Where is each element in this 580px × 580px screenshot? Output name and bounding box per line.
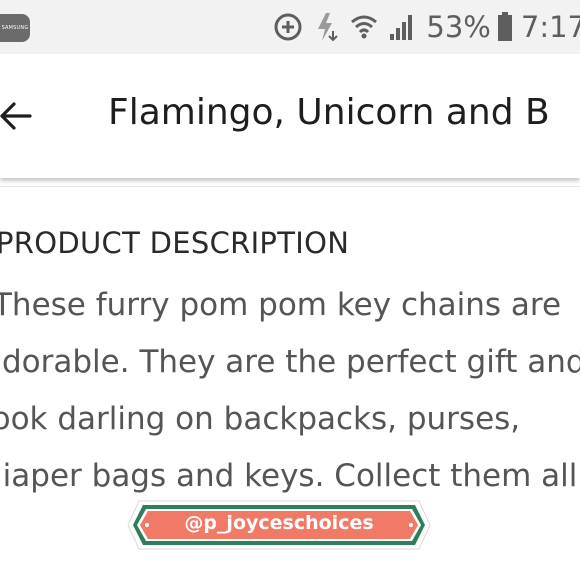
status-icons: 53% 7:17 [272, 6, 580, 48]
flash-download-icon [314, 11, 340, 43]
watermark-banner: @p_joyceschoices [127, 500, 431, 550]
watermark-text: @p_joyceschoices [184, 512, 374, 534]
description-line: diaper bags and keys. Collect them all [0, 458, 578, 494]
battery-percent: 53% [426, 10, 491, 44]
divider [0, 186, 580, 187]
page-title: Flamingo, Unicorn and B [108, 92, 550, 133]
description-line: adorable. They are the perfect gift and [0, 344, 580, 380]
status-bar: SAMSUNG 53% 7:17 [0, 0, 580, 54]
clock: 7:17 [520, 10, 580, 44]
back-button[interactable] [0, 96, 40, 136]
data-saver-icon [272, 11, 304, 43]
samsung-logo-icon: SAMSUNG [0, 14, 30, 42]
signal-icon [388, 12, 416, 42]
wifi-icon [350, 12, 378, 42]
description-line: look darling on backpacks, purses, [0, 401, 521, 437]
app-bar: Flamingo, Unicorn and B [0, 54, 580, 178]
product-description-heading: PRODUCT DESCRIPTION [0, 226, 350, 260]
description-line: These furry pom pom key chains are [0, 287, 562, 323]
battery-icon [497, 12, 513, 42]
arrow-left-icon [0, 102, 32, 130]
